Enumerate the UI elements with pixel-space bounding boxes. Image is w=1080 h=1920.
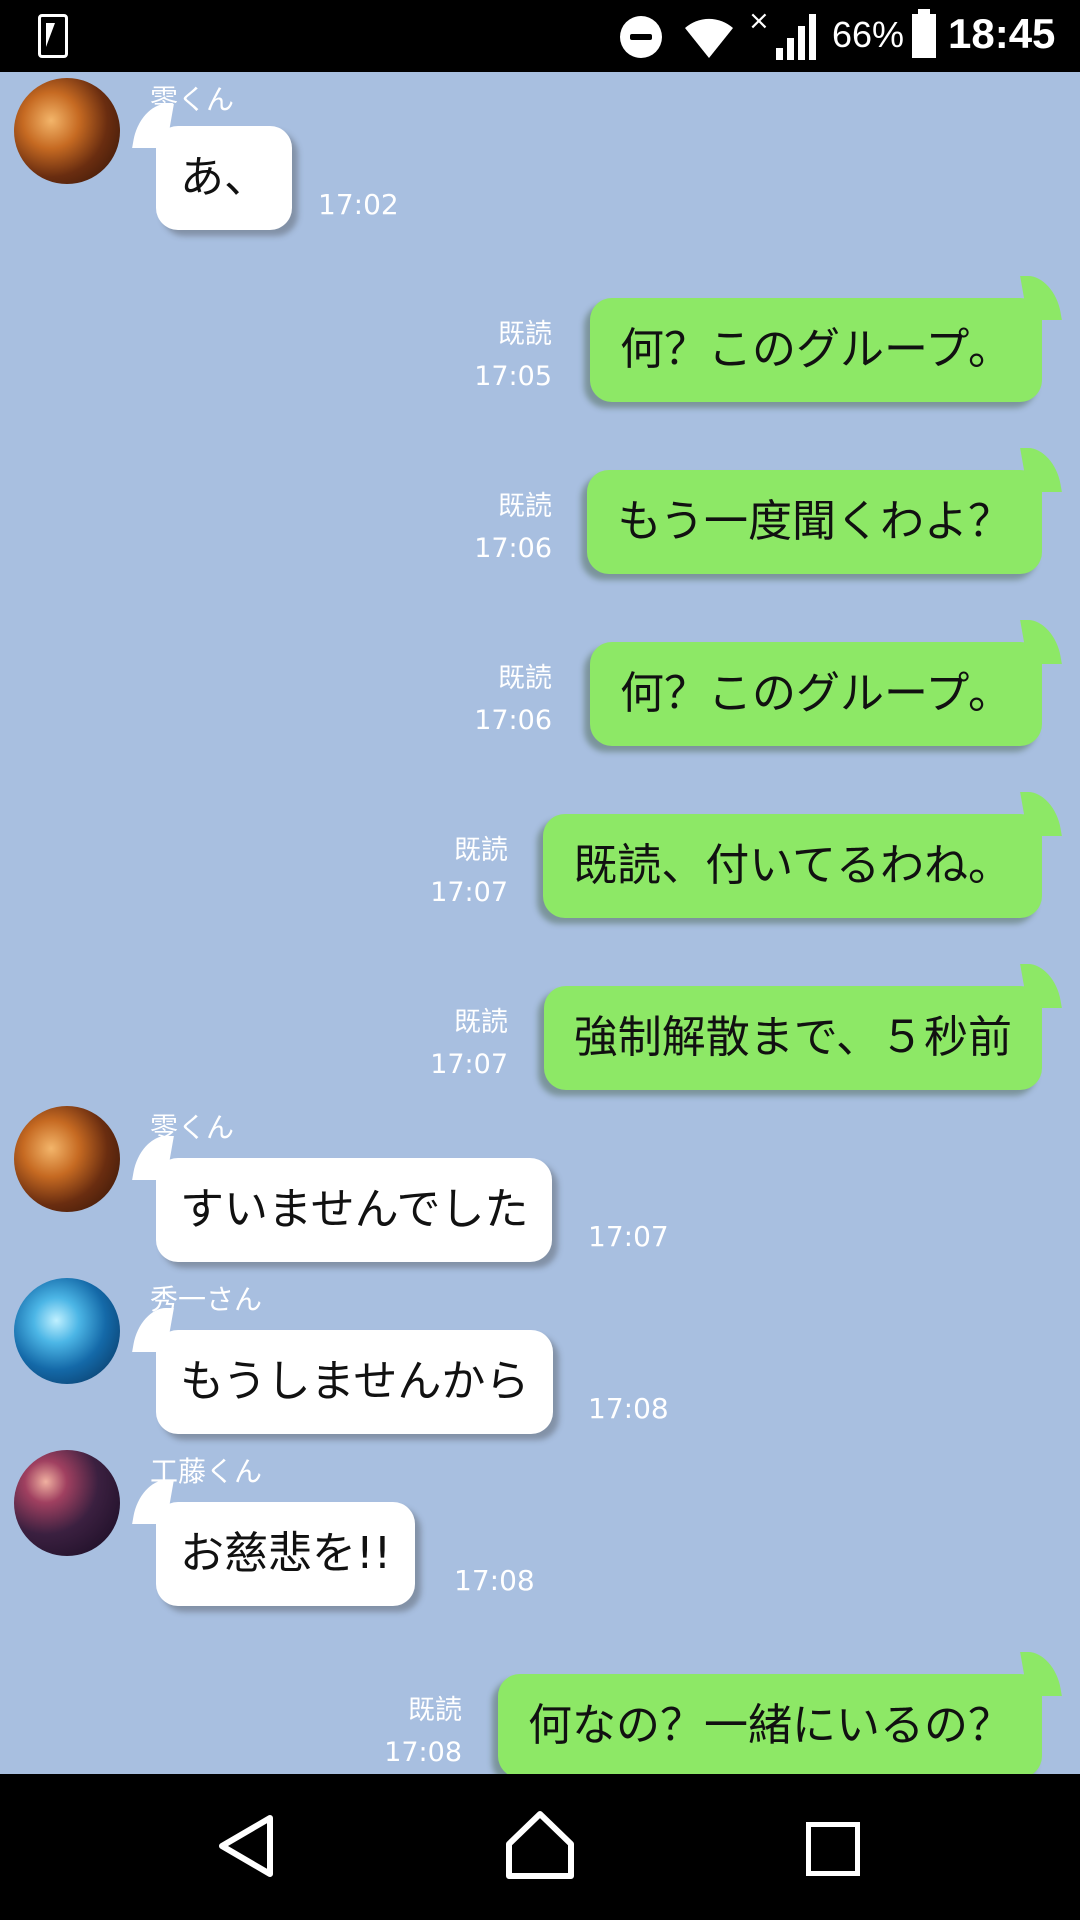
message-bubble-outgoing[interactable]: もう一度聞くわよ？ (587, 470, 1042, 574)
message-time: 17:08 (454, 1564, 535, 1597)
message-bubble-outgoing[interactable]: 何？このグループ。 (589, 642, 1042, 746)
back-icon[interactable] (216, 1814, 276, 1878)
battery-icon (912, 9, 936, 58)
signal-icon (776, 14, 816, 60)
status-bar: × 66% 18:45 (0, 0, 1080, 72)
read-receipt: 既読 (498, 491, 552, 522)
read-receipt: 既読 (498, 319, 552, 350)
message-bubble-outgoing[interactable]: 何？このグループ。 (589, 298, 1042, 402)
avatar[interactable] (14, 78, 120, 184)
read-receipt: 既読 (454, 835, 508, 866)
notification-icon (38, 14, 68, 58)
message-bubble-outgoing[interactable]: 何なの？一緒にいるの？ (498, 1674, 1042, 1774)
message-meta: 既読 17:07 (430, 1002, 508, 1086)
message-bubble-incoming[interactable]: すいませんでした (156, 1158, 553, 1262)
message-bubble-incoming[interactable]: あ、 (156, 126, 292, 230)
navigation-bar (0, 1774, 1080, 1920)
message-time: 17:08 (384, 1737, 462, 1768)
battery-percent: 66% (832, 14, 905, 55)
message-meta: 既読 17:06 (474, 658, 552, 742)
message-time: 17:06 (474, 533, 552, 564)
message-bubble-incoming[interactable]: もうしませんから (156, 1330, 554, 1434)
wifi-icon (685, 18, 733, 58)
no-data-icon: × (748, 6, 770, 36)
avatar[interactable] (14, 1106, 120, 1212)
message-meta: 既読 17:06 (474, 486, 552, 570)
read-receipt: 既読 (498, 663, 552, 694)
read-receipt: 既読 (454, 1007, 508, 1038)
avatar[interactable] (14, 1450, 120, 1556)
message-meta: 既読 17:08 (384, 1690, 462, 1774)
chat-area[interactable]: 零くん あ、 17:02 既読 17:05 何？このグループ。 既読 17:06… (0, 72, 1080, 1774)
clock: 18:45 (948, 10, 1056, 57)
message-bubble-outgoing[interactable]: 強制解散まで、５秒前 (543, 986, 1042, 1090)
message-bubble-outgoing[interactable]: 既読、付いてるわね。 (543, 814, 1042, 918)
message-bubble-incoming[interactable]: お慈悲を!! (156, 1502, 416, 1606)
recent-apps-icon[interactable] (806, 1822, 860, 1876)
message-meta: 既読 17:05 (474, 314, 552, 398)
message-time: 17:08 (588, 1392, 669, 1425)
message-meta: 既読 17:07 (430, 830, 508, 914)
message-time: 17:07 (430, 877, 508, 908)
message-time: 17:05 (474, 361, 552, 392)
avatar[interactable] (14, 1278, 120, 1384)
message-time: 17:02 (318, 188, 399, 221)
home-icon[interactable] (505, 1810, 575, 1880)
do-not-disturb-icon (620, 16, 662, 58)
message-time: 17:07 (430, 1049, 508, 1080)
message-time: 17:06 (474, 705, 552, 736)
read-receipt: 既読 (408, 1695, 462, 1726)
message-time: 17:07 (588, 1220, 669, 1253)
